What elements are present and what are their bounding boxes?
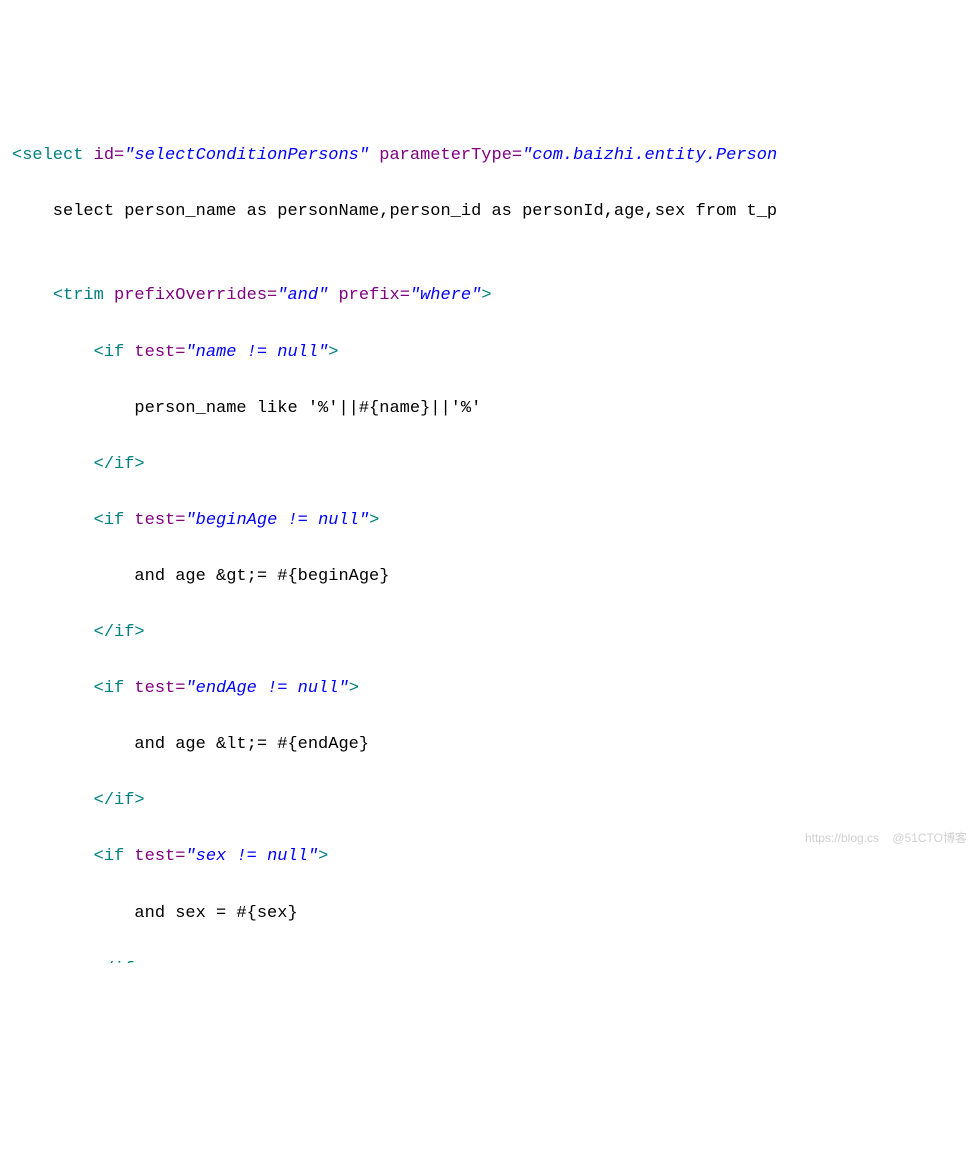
code-line[interactable]: person_name like '%'||#{name}||'%' <box>0 395 977 423</box>
attr-name: test= <box>124 343 185 362</box>
code-line[interactable]: <if test="name != null"> <box>0 339 977 367</box>
xml-tag: > <box>318 847 328 866</box>
code-line[interactable]: </if> <box>0 787 977 815</box>
watermark: https://blog.cs @51CTO博客 <box>805 829 967 849</box>
code-line[interactable]: and sex = #{sex} <box>0 900 977 928</box>
xml-tag: </if> <box>94 791 145 810</box>
code-line[interactable]: <if test="endAge != null"> <box>0 675 977 703</box>
xml-tag: <if <box>94 511 125 530</box>
xml-tag: > <box>369 511 379 530</box>
xml-tag: > <box>349 679 359 698</box>
attr-name: test= <box>124 679 185 698</box>
xml-tag: </if> <box>94 455 145 474</box>
code-line[interactable]: <select id="selectConditionPersons" para… <box>0 142 977 170</box>
attr-name: parameterType= <box>369 146 522 165</box>
xml-tag: <if <box>94 343 125 362</box>
xml-tag: <if <box>94 847 125 866</box>
xml-tag: > <box>481 286 491 305</box>
attr-name: prefixOverrides= <box>104 286 277 305</box>
attr-value: "sex != null" <box>185 847 318 866</box>
attr-name: test= <box>124 511 185 530</box>
code-line[interactable]: <if test="beginAge != null"> <box>0 507 977 535</box>
code-line[interactable]: and age &lt;= #{endAge} <box>0 731 977 759</box>
attr-name: test= <box>124 847 185 866</box>
xml-tag: <if <box>94 679 125 698</box>
attr-value: "where" <box>410 286 481 305</box>
code-text: and age &lt;= #{endAge} <box>12 735 369 754</box>
xml-tag: </if> <box>94 960 145 964</box>
code-line[interactable]: and age &gt;= #{beginAge} <box>0 563 977 591</box>
attr-value: "beginAge != null" <box>185 511 369 530</box>
attr-value: "selectConditionPersons" <box>124 146 369 165</box>
attr-value: "com.baizhi.entity.Person <box>522 146 777 165</box>
code-line[interactable]: select person_name as personName,person_… <box>0 198 977 226</box>
code-text: select person_name as personName,person_… <box>12 202 777 221</box>
code-text: and age &gt;= #{beginAge} <box>12 567 389 586</box>
xml-tag: </if> <box>94 623 145 642</box>
xml-tag: <trim <box>53 286 104 305</box>
attr-value: "name != null" <box>185 343 328 362</box>
code-text: person_name like '%'||#{name}||'%' <box>12 399 481 418</box>
code-text: and sex = #{sex} <box>12 904 298 923</box>
code-line[interactable]: <trim prefixOverrides="and" prefix="wher… <box>0 282 977 310</box>
code-line[interactable]: </if> <box>0 619 977 647</box>
code-line[interactable]: </if> <box>0 451 977 479</box>
attr-value: "endAge != null" <box>185 679 348 698</box>
code-line[interactable]: </if> <box>0 956 977 964</box>
attr-value: "and" <box>277 286 328 305</box>
xml-tag: <select <box>12 146 83 165</box>
attr-name: id= <box>83 146 124 165</box>
attr-name: prefix= <box>328 286 410 305</box>
xml-tag: > <box>328 343 338 362</box>
